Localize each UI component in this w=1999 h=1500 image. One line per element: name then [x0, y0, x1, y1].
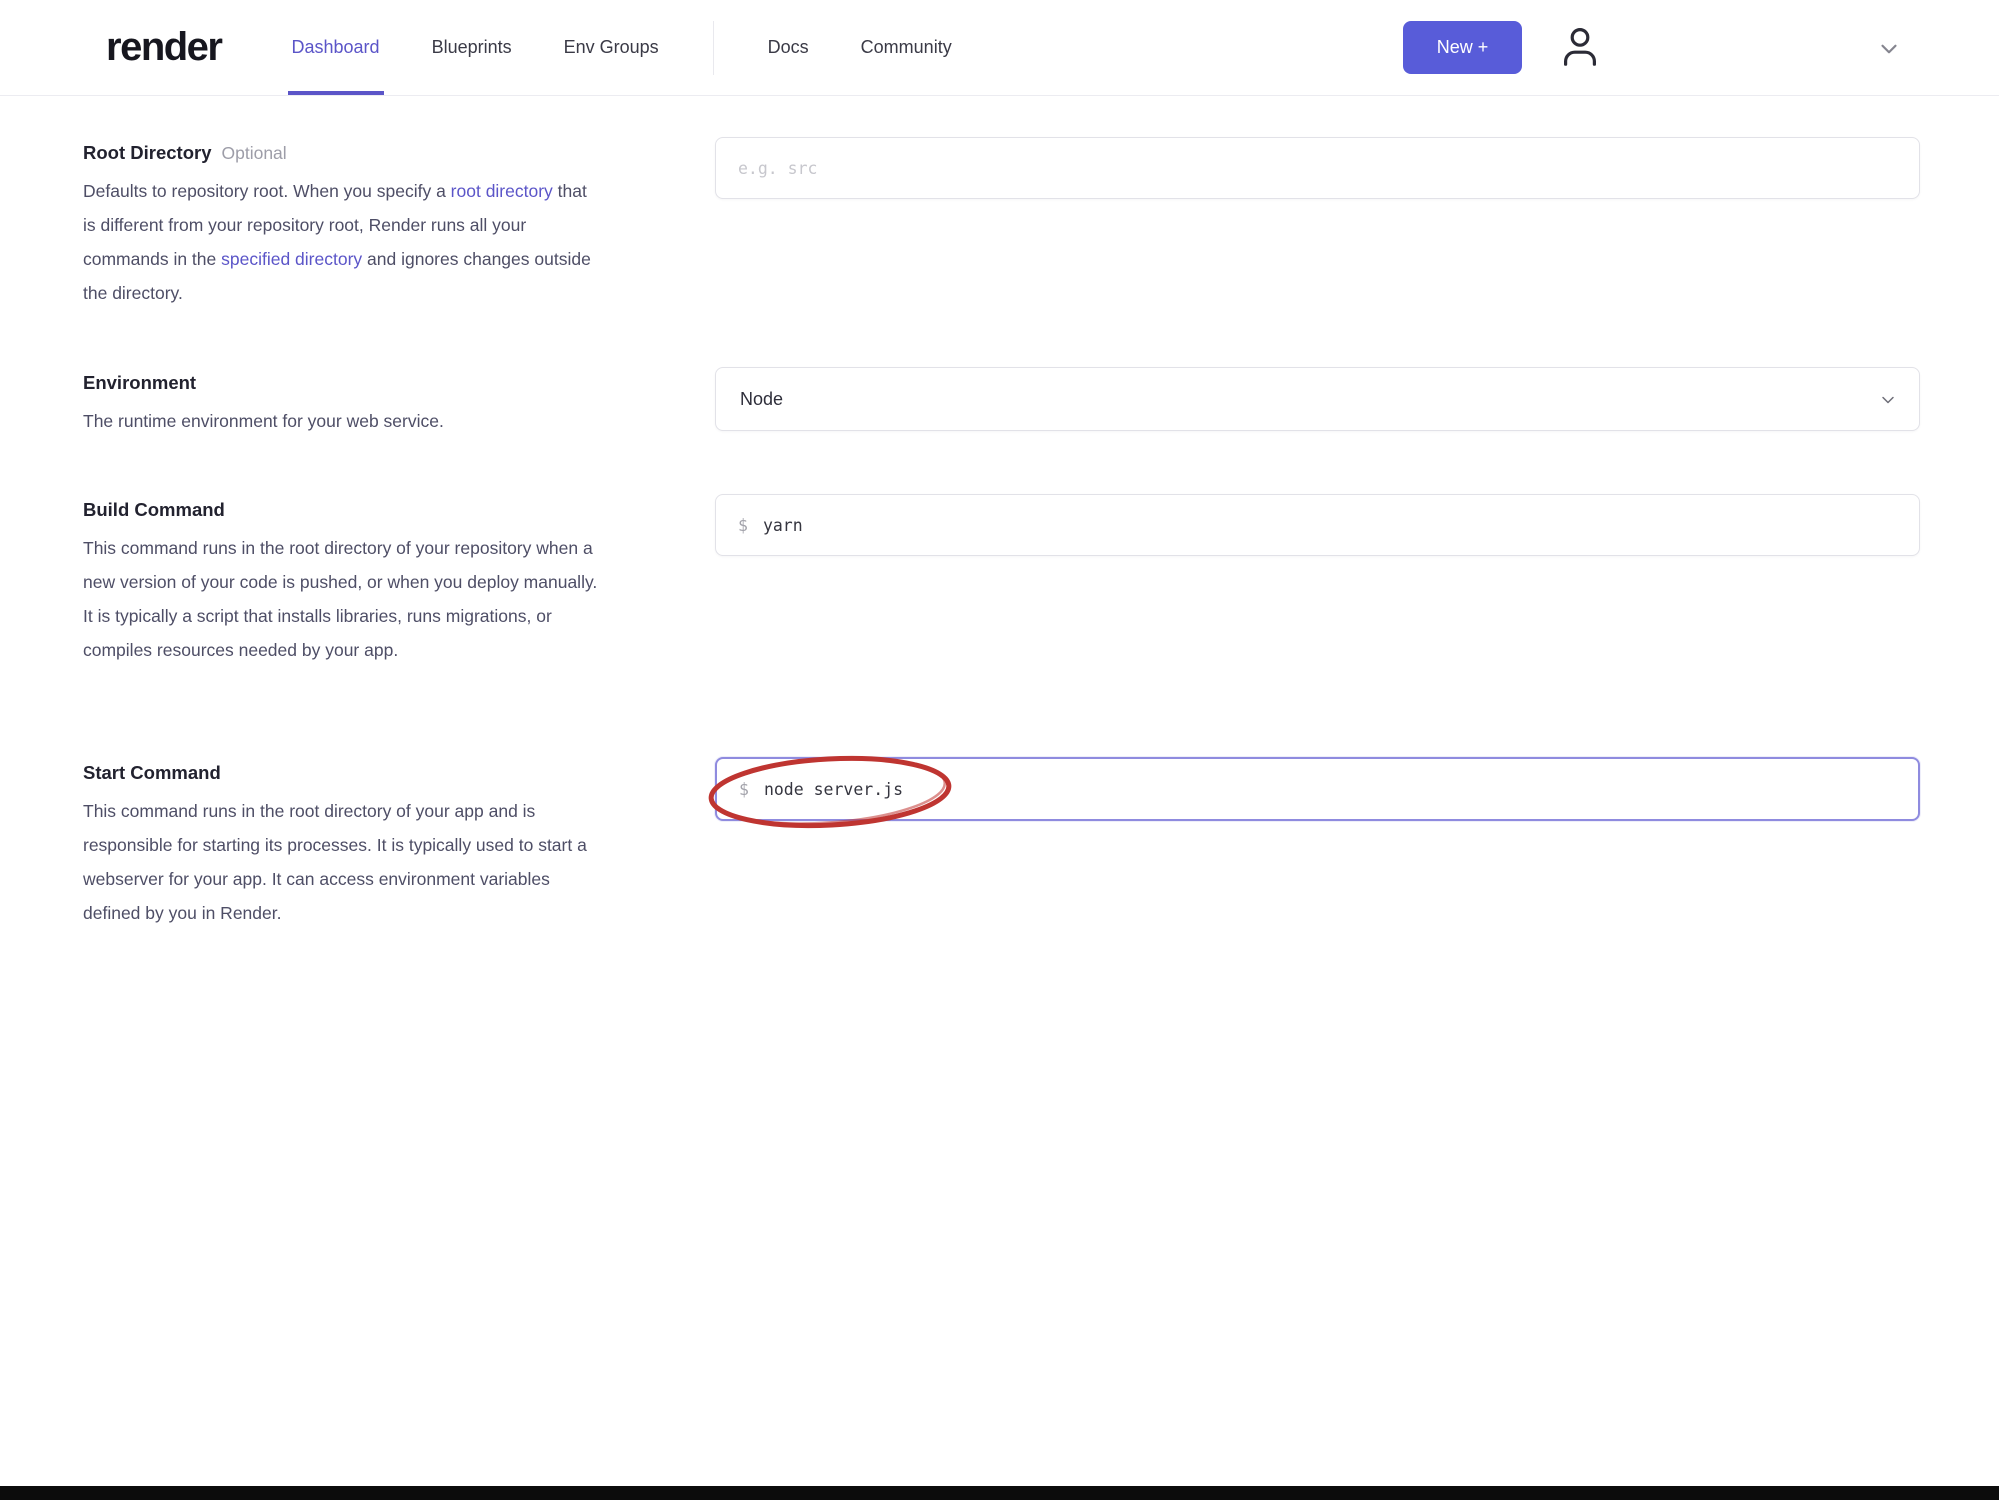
build-command-info: Build Command This command runs in the r… [83, 487, 603, 667]
nav-item-community[interactable]: Community [857, 0, 956, 95]
root-directory-desc-text-1: Defaults to repository root. When you sp… [83, 181, 451, 201]
root-directory-label: Root Directory [83, 142, 212, 163]
nav-divider [712, 20, 714, 75]
nav-item-env-groups-label: Env Groups [563, 37, 659, 57]
build-command-label: Build Command [83, 499, 225, 520]
build-command-input-wrapper: $ [715, 494, 1920, 556]
person-icon[interactable] [1556, 23, 1604, 71]
render-settings-page: render Dashboard Blueprints Env Groups D… [0, 0, 1999, 1500]
chevron-down-icon[interactable] [1874, 36, 1904, 62]
nav-item-blueprints[interactable]: Blueprints [428, 0, 516, 95]
environment-info: Environment The runtime environment for … [83, 360, 603, 438]
nav-item-docs-label: Docs [767, 37, 809, 57]
root-directory-optional-tag: Optional [221, 143, 287, 163]
start-command-input-col: $ [715, 750, 1920, 930]
start-command-field-row: Start Command This command runs in the r… [83, 750, 1920, 930]
nav-item-dashboard-label: Dashboard [291, 37, 380, 57]
primary-nav: Dashboard Blueprints Env Groups Docs Com… [266, 0, 978, 95]
shell-prompt-prefix: $ [739, 779, 749, 799]
environment-field-row: Environment The runtime environment for … [83, 360, 1920, 438]
bottom-letterbox-bar [0, 1486, 1999, 1500]
nav-item-dashboard[interactable]: Dashboard [287, 0, 384, 95]
start-command-description: This command runs in the root directory … [83, 801, 587, 923]
start-command-label: Start Command [83, 762, 221, 783]
nav-item-community-label: Community [860, 37, 952, 57]
root-directory-input[interactable] [715, 137, 1920, 199]
environment-description: The runtime environment for your web ser… [83, 411, 444, 431]
top-navigation-bar: render Dashboard Blueprints Env Groups D… [0, 0, 1999, 96]
root-directory-link[interactable]: root directory [451, 181, 553, 201]
render-logo[interactable]: render [106, 25, 223, 70]
root-directory-field-row: Root Directory Optional Defaults to repo… [83, 130, 1920, 310]
nav-item-blueprints-label: Blueprints [431, 37, 512, 57]
build-command-description: This command runs in the root directory … [83, 538, 598, 660]
start-command-input-wrapper: $ [715, 757, 1920, 821]
build-command-input-col: $ [715, 487, 1920, 667]
chevron-down-icon [1882, 396, 1894, 404]
nav-item-docs[interactable]: Docs [764, 0, 813, 95]
environment-input-col: Node [715, 360, 1920, 438]
start-command-input[interactable] [763, 779, 1896, 799]
environment-label: Environment [83, 372, 197, 393]
environment-select[interactable]: Node [715, 367, 1920, 431]
root-directory-input-col [715, 130, 1920, 310]
build-command-input[interactable] [762, 515, 1897, 535]
start-command-info: Start Command This command runs in the r… [83, 750, 603, 930]
new-button[interactable]: New + [1403, 21, 1522, 74]
build-command-field-row: Build Command This command runs in the r… [83, 487, 1920, 667]
root-directory-description: Defaults to repository root. When you sp… [83, 174, 603, 310]
shell-prompt-prefix: $ [738, 515, 748, 535]
nav-item-env-groups[interactable]: Env Groups [560, 0, 663, 95]
specified-directory-link[interactable]: specified directory [221, 249, 362, 269]
root-directory-info: Root Directory Optional Defaults to repo… [83, 130, 603, 310]
environment-selected-value: Node [740, 388, 784, 409]
